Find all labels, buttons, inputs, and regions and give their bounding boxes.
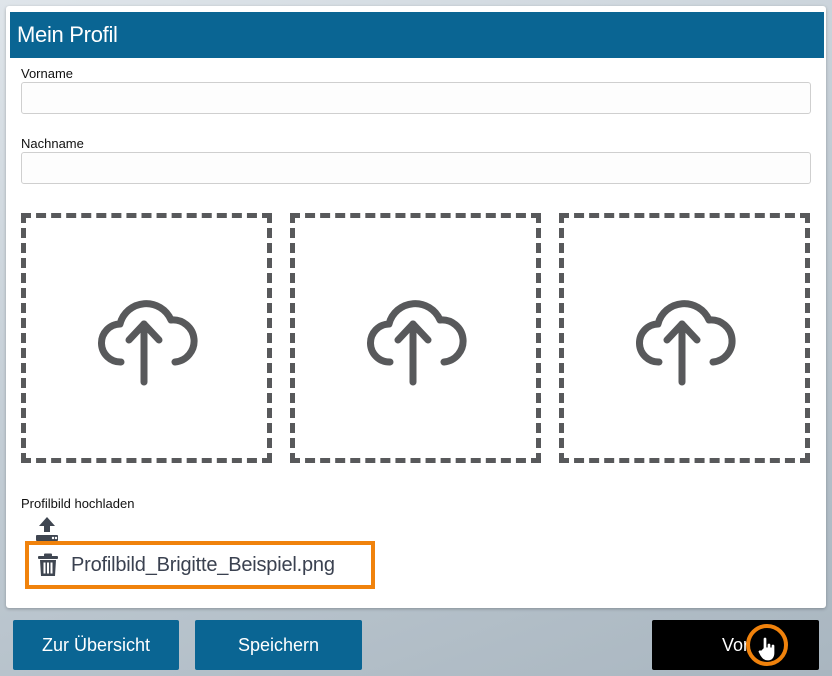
- uploaded-file: Profilbild_Brigitte_Beispiel.png: [25, 541, 375, 589]
- cloud-upload-icon: [97, 300, 198, 386]
- upload-icon[interactable]: [34, 516, 60, 542]
- cloud-upload-icon: [366, 300, 467, 386]
- cloud-upload-icon: [635, 300, 736, 386]
- panel-header: Mein Profil: [10, 12, 824, 58]
- last-name-input[interactable]: [21, 152, 811, 184]
- overview-button[interactable]: Zur Übersicht: [13, 620, 179, 670]
- image-upload-slot-3[interactable]: [559, 213, 810, 463]
- last-name-label: Nachname: [21, 136, 84, 151]
- first-name-input[interactable]: [21, 82, 811, 114]
- trash-icon[interactable]: [37, 553, 59, 577]
- profile-panel: Mein Profil Vorname Nachname Profilbild …: [6, 6, 826, 608]
- next-button[interactable]: Vor: [652, 620, 819, 670]
- first-name-label: Vorname: [21, 66, 74, 81]
- file-name: Profilbild_Brigitte_Beispiel.png: [71, 553, 335, 576]
- profile-picture-label: Profilbild hochladen: [21, 496, 135, 511]
- image-upload-slot-2[interactable]: [290, 213, 541, 463]
- image-upload-slot-1[interactable]: [21, 213, 272, 463]
- page-title: Mein Profil: [17, 22, 118, 47]
- save-button[interactable]: Speichern: [195, 620, 362, 670]
